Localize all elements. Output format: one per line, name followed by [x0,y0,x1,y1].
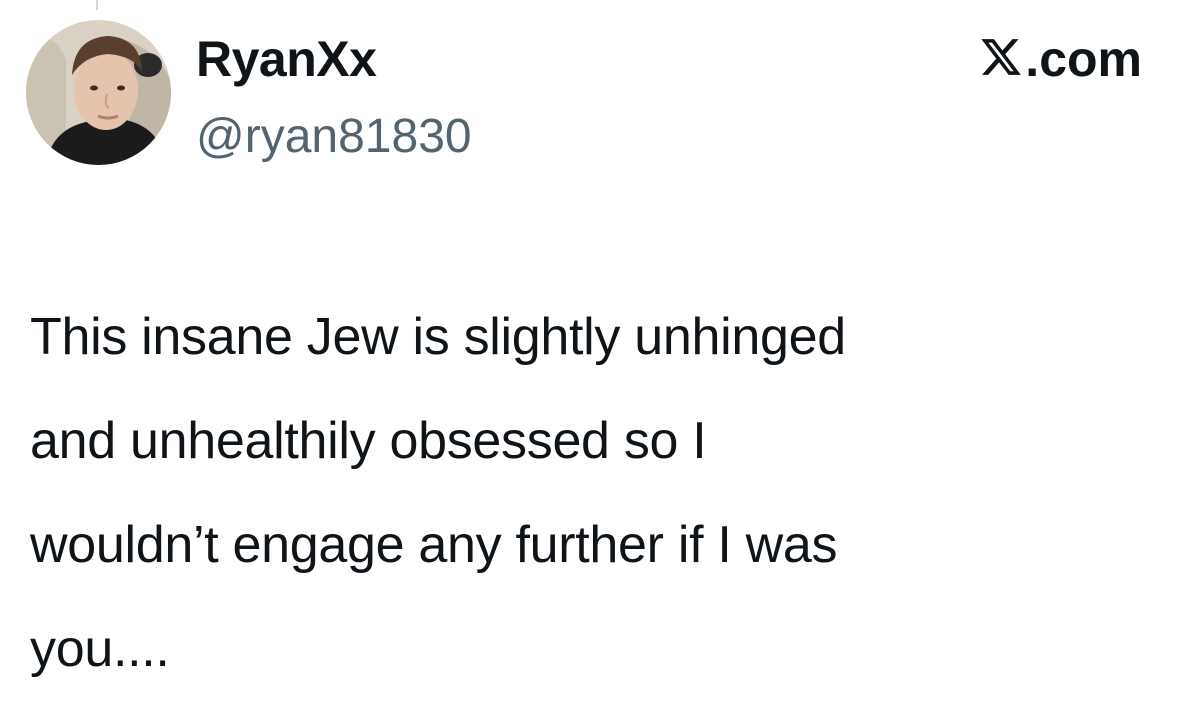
site-domain-suffix: .com [1025,31,1142,87]
site-brand: .com [979,32,1142,84]
tweet-text: This insane Jew is slightly unhinged and… [30,285,1140,701]
tweet-text-line: This insane Jew is slightly unhinged [30,308,846,366]
avatar-photo [26,20,171,165]
tweet-text-line: and unhealthily obsessed so I [30,412,707,470]
author-display-name[interactable]: RyanXx [196,34,377,84]
avatar[interactable] [26,20,171,165]
tweet-text-line: you.... [30,620,170,678]
tweet-header: RyanXx @ryan81830 .com [26,20,1176,170]
tweet-text-line: wouldn’t engage any further if I was [30,516,838,574]
author-handle[interactable]: @ryan81830 [196,113,472,161]
thread-connector-line [96,0,98,10]
x-logo-icon [981,39,1022,75]
